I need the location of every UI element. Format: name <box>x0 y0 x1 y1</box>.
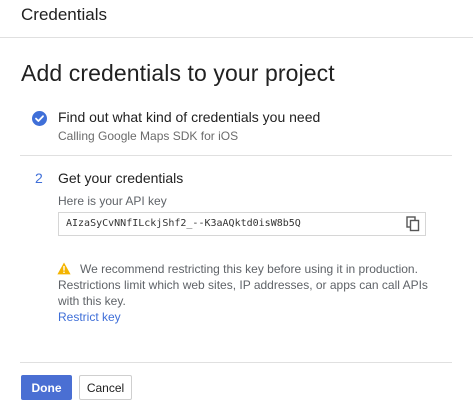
cancel-button[interactable]: Cancel <box>79 375 132 400</box>
api-key-field[interactable]: AIzaSyCvNNfILckjShf2_--K3aAQktd0isW8b5Q <box>58 212 426 236</box>
restrict-key-link[interactable]: Restrict key <box>58 310 121 324</box>
header-title: Credentials <box>21 5 107 24</box>
step-1-subtitle: Calling Google Maps SDK for iOS <box>58 129 239 143</box>
divider <box>20 155 452 156</box>
warning-message: We recommend restricting this key before… <box>58 262 428 308</box>
api-key-value[interactable]: AIzaSyCvNNfILckjShf2_--K3aAQktd0isW8b5Q <box>66 218 301 229</box>
api-key-label: Here is your API key <box>58 194 167 208</box>
header-bar: Credentials <box>0 0 473 38</box>
page-title: Add credentials to your project <box>21 60 335 86</box>
step-2-title: Get your credentials <box>58 170 184 186</box>
step-1-title: Find out what kind of credentials you ne… <box>58 109 321 125</box>
step-2-number: 2 <box>35 170 43 186</box>
done-button[interactable]: Done <box>21 375 72 400</box>
divider <box>20 362 452 363</box>
copy-icon[interactable] <box>406 216 420 232</box>
check-circle-icon <box>32 111 47 126</box>
